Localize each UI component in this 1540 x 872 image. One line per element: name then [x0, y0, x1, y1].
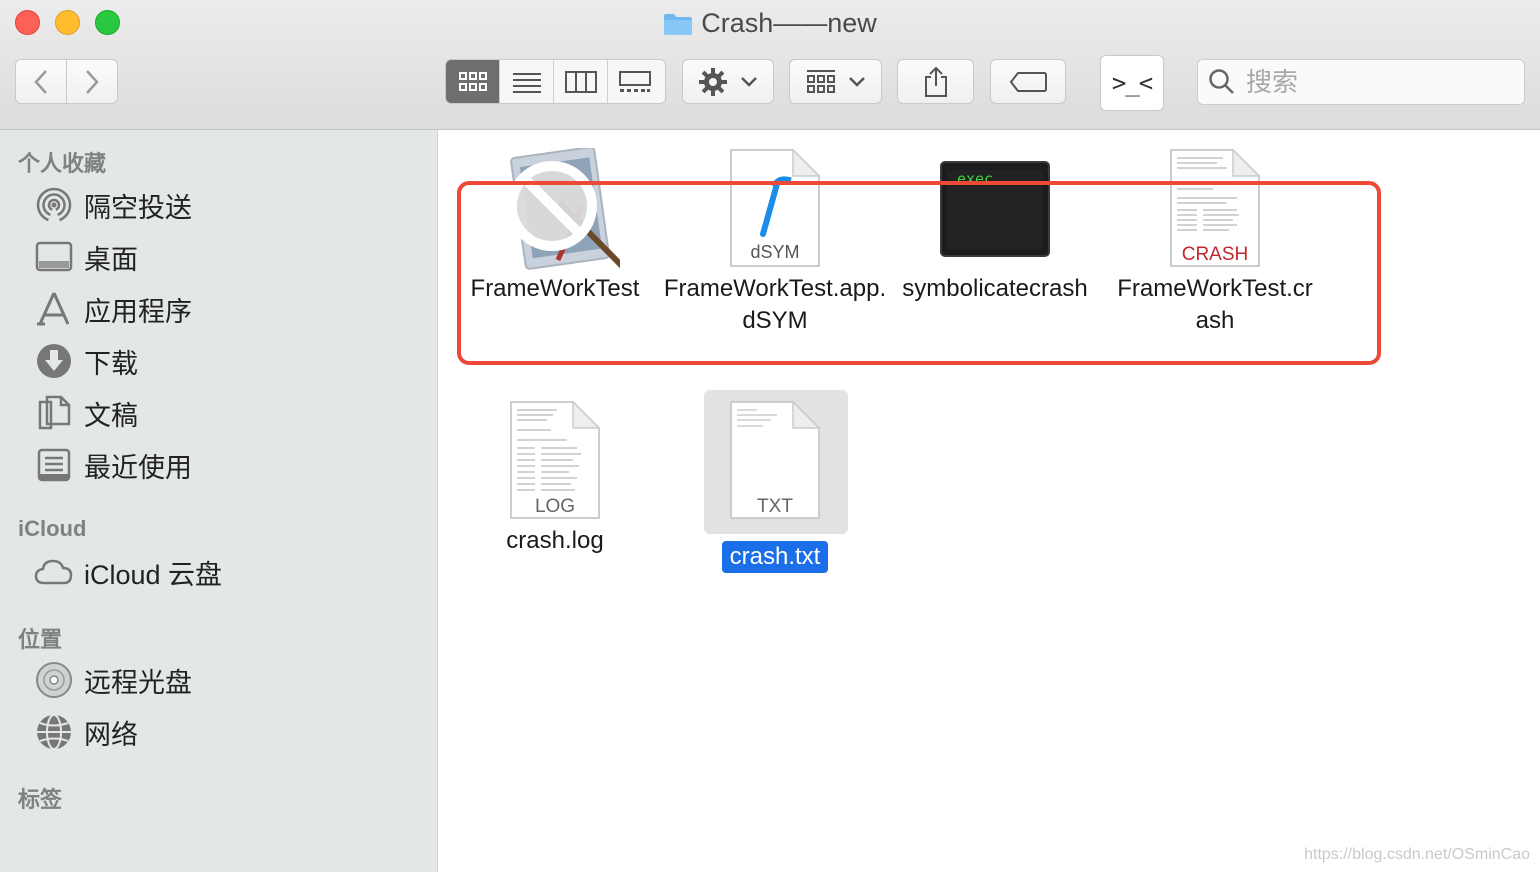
- chevron-down-icon: [848, 76, 865, 87]
- sidebar-item-recents[interactable]: 最近使用: [34, 445, 192, 485]
- search-icon: [1209, 69, 1234, 94]
- action-menu-button[interactable]: [682, 59, 774, 104]
- sidebar-item-label: 最近使用: [84, 452, 192, 483]
- toolbar: Crash——new >_< 搜索: [0, 0, 1540, 130]
- sidebar-item-label: 远程光盘: [84, 667, 192, 698]
- sidebar-item-documents[interactable]: 文稿: [34, 393, 138, 433]
- share-icon: [924, 66, 947, 97]
- sidebar-item-label: 隔空投送: [84, 192, 192, 223]
- file-item[interactable]: FrameWorkTest: [440, 148, 670, 305]
- file-type-badge: TXT: [757, 496, 793, 517]
- file-name: FrameWorkTest.crash: [1117, 275, 1313, 334]
- watermark: https://blog.csdn.net/OSminCao: [1304, 846, 1530, 863]
- recents-icon: [34, 445, 74, 485]
- sidebar-item-label: 文稿: [84, 400, 138, 431]
- gallery-icon: [619, 70, 651, 92]
- file-type-badge: dSYM: [750, 242, 800, 262]
- sidebar-header-locations: 位置: [18, 627, 63, 652]
- exec-label: exec: [956, 170, 994, 188]
- network-icon: [34, 712, 74, 752]
- folder-icon: [663, 10, 693, 44]
- sidebar-item-downloads[interactable]: 下载: [34, 341, 138, 381]
- sidebar-item-label: iCloud 云盘: [84, 559, 223, 590]
- file-name-selected: crash.txt: [721, 541, 829, 573]
- sidebar-header-favorites: 个人收藏: [18, 151, 107, 176]
- sidebar-item-airdrop[interactable]: 隔空投送: [34, 185, 192, 225]
- file-type-badge: LOG: [534, 496, 576, 517]
- list-icon: [512, 72, 541, 93]
- file-type-badge: CRASH: [1181, 244, 1249, 265]
- sidebar-item-remote-disc[interactable]: 远程光盘: [34, 660, 192, 700]
- exec-terminal-icon: [880, 148, 1110, 273]
- file-item-selected[interactable]: TXT crash.txt: [660, 400, 890, 573]
- group-grid-icon: [806, 69, 835, 93]
- grid-icon: [458, 71, 487, 91]
- file-item[interactable]: dSYM FrameWorkTest.app.dSYM: [660, 148, 890, 337]
- window-title: Crash——new: [0, 6, 1540, 44]
- documents-icon: [34, 393, 74, 433]
- chevron-right-icon: [86, 69, 99, 94]
- sidebar-item-network[interactable]: 网络: [34, 712, 138, 752]
- view-mode-control: [445, 59, 666, 104]
- chevron-down-icon: [741, 76, 757, 87]
- sidebar-item-label: 网络: [84, 719, 138, 750]
- file-name: symbolicatecrash: [902, 275, 1088, 302]
- download-icon: [34, 341, 74, 381]
- gear-icon: [699, 67, 727, 96]
- back-button[interactable]: [15, 59, 67, 104]
- forward-button[interactable]: [66, 59, 118, 104]
- list-view-button[interactable]: [500, 60, 554, 103]
- gallery-view-button[interactable]: [608, 60, 662, 103]
- file-item[interactable]: LOG crash.log: [440, 400, 670, 557]
- columns-icon: [564, 70, 597, 93]
- sidebar-item-label: 下载: [84, 348, 138, 379]
- group-by-button[interactable]: [789, 59, 882, 104]
- search-input[interactable]: [1244, 65, 1508, 99]
- search-field[interactable]: [1197, 59, 1525, 105]
- terminal-icon: >_<: [1111, 69, 1153, 97]
- file-name: FrameWorkTest: [470, 275, 640, 302]
- open-terminal-button[interactable]: >_<: [1100, 55, 1164, 111]
- sidebar-item-icloud-drive[interactable]: iCloud 云盘: [34, 552, 222, 592]
- chevron-left-icon: [34, 69, 47, 94]
- sidebar-item-desktop[interactable]: 桌面: [34, 237, 138, 277]
- file-item[interactable]: CRASH FrameWorkTest.crash: [1100, 148, 1330, 337]
- sidebar-item-applications[interactable]: 应用程序: [34, 289, 192, 329]
- desktop-icon: [34, 237, 74, 277]
- airdrop-icon: [34, 185, 74, 225]
- file-name: FrameWorkTest.app.dSYM: [663, 275, 887, 334]
- disc-icon: [34, 660, 74, 700]
- sidebar-header-icloud: iCloud: [18, 516, 87, 541]
- tag-icon: [1009, 71, 1047, 92]
- finder-window: Crash——new >_< 搜索 个人收藏 隔空投送 桌面 应用程序 下载 文…: [0, 0, 1540, 872]
- sidebar-header-tags: 标签: [18, 787, 63, 812]
- tag-button[interactable]: [990, 59, 1066, 104]
- share-button[interactable]: [897, 59, 974, 104]
- cloud-icon: [34, 552, 74, 592]
- window-title-text: Crash——new: [701, 8, 877, 38]
- icon-view-button[interactable]: [446, 60, 500, 103]
- file-name: crash.log: [506, 527, 604, 554]
- sidebar-item-label: 桌面: [84, 244, 138, 275]
- app-blocked-icon: [440, 148, 670, 273]
- applications-icon: [34, 289, 74, 329]
- sidebar-item-label: 应用程序: [84, 296, 192, 327]
- column-view-button[interactable]: [554, 60, 608, 103]
- sidebar: 个人收藏 隔空投送 桌面 应用程序 下载 文稿 最近使用 iCloud iClo…: [0, 130, 438, 872]
- file-item[interactable]: exec symbolicatecrash: [880, 148, 1110, 305]
